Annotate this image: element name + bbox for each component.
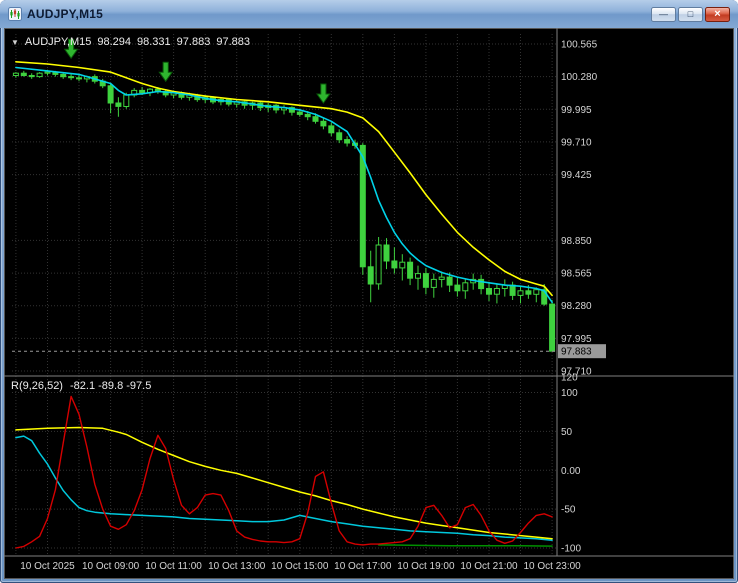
time-axis-label: 10 Oct 09:00 (82, 561, 140, 572)
indicator-axis-label: 100 (561, 388, 578, 399)
indicator-axis-label: 120 (561, 373, 578, 384)
price-axis-label: 100.565 (561, 40, 598, 51)
moving-averages (16, 62, 552, 302)
mt4-chart-window: AUDJPY,M15 — □ × 97.883 100.565 100.280 99.… (0, 0, 738, 583)
ma-fast-line (16, 68, 552, 303)
ohlc-high: 98.331 (137, 36, 171, 48)
price-axis-label: 99.710 (561, 137, 592, 148)
price-axis-label: 100.280 (561, 72, 598, 83)
price-axis-label: 97.995 (561, 334, 592, 345)
chart-canvas[interactable]: 97.883 100.565 100.280 99.995 99.710 99.425 98… (4, 28, 734, 579)
time-axis-label: 10 Oct 23:00 (523, 561, 581, 572)
indicator-values: -82.1 -89.8 -97.5 (70, 380, 151, 392)
current-price-marker: 97.883 (12, 344, 606, 358)
oscillator-floor-green (379, 545, 552, 546)
current-price-label: 97.883 (561, 347, 592, 358)
indicator-name: R(9,26,52) (11, 380, 63, 392)
ohlc-open: 98.294 (97, 36, 131, 48)
time-axis-label: 10 Oct 17:00 (334, 561, 392, 572)
indicator-axis-label: -100 (561, 544, 581, 555)
indicator-readout: R(9,26,52) -82.1 -89.8 -97.5 (11, 380, 151, 392)
chart-menu-arrow-icon[interactable]: ▼ (11, 38, 19, 47)
price-axis-label: 99.995 (561, 105, 592, 116)
sell-signal-arrow-icon (159, 62, 172, 81)
ohlc-close: 97.883 (216, 36, 250, 48)
chart-window-icon (8, 7, 22, 21)
ohlc-low: 97.883 (177, 36, 211, 48)
time-axis-label: 10 Oct 11:00 (145, 561, 202, 572)
ohlc-symbol: AUDJPY,M15 (25, 36, 91, 48)
ma-slow-line (16, 62, 552, 296)
chart-svg: 97.883 100.565 100.280 99.995 99.710 99.425 98… (4, 28, 734, 579)
oscillator-series (16, 396, 552, 548)
minimize-button[interactable]: — (651, 7, 676, 22)
oscillator-slow-yellow (16, 428, 552, 539)
time-axis-label: 10 Oct 13:00 (208, 561, 266, 572)
indicator-axis-label: -50 (561, 505, 576, 516)
indicator-axis-label: 50 (561, 427, 573, 438)
window-title: AUDJPY,M15 (27, 7, 103, 21)
time-axis-label: 10 Oct 2025 (20, 561, 75, 572)
window-titlebar[interactable]: AUDJPY,M15 — □ × (0, 0, 738, 28)
sell-signal-arrow-icon (317, 84, 330, 103)
indicator-axis-label: 0.00 (561, 466, 581, 477)
pane-separators (4, 28, 734, 556)
time-axis-label: 10 Oct 19:00 (397, 561, 455, 572)
time-axis-label: 10 Oct 15:00 (271, 561, 329, 572)
close-button[interactable]: × (705, 7, 730, 22)
candles-series (13, 70, 554, 351)
window-controls: — □ × (651, 7, 730, 22)
price-axis-label: 98.280 (561, 301, 592, 312)
ohlc-readout: ▼ AUDJPY,M15 98.294 98.331 97.883 97.883 (11, 36, 250, 48)
oscillator-fast-red (16, 396, 552, 548)
maximize-button[interactable]: □ (678, 7, 703, 22)
price-axis-label: 98.850 (561, 236, 592, 247)
price-axis-label: 98.565 (561, 269, 592, 280)
time-axis-label: 10 Oct 21:00 (460, 561, 518, 572)
price-axis-label: 99.425 (561, 170, 592, 181)
